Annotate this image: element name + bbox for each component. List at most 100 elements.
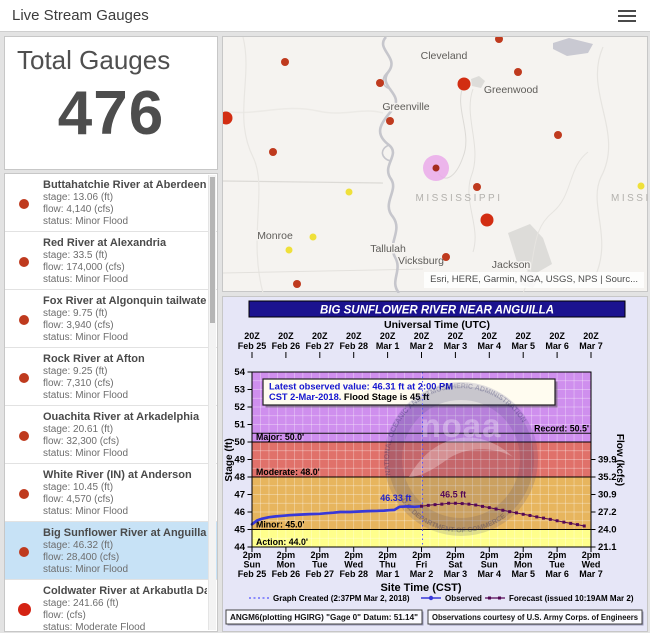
- svg-text:Mar 6: Mar 6: [545, 341, 569, 351]
- svg-text:Mar 3: Mar 3: [444, 569, 468, 579]
- svg-text:Feb 25: Feb 25: [238, 341, 267, 351]
- hydrograph-panel: BIG SUNFLOWER RIVER NEAR ANGUILLA Univers…: [222, 296, 648, 632]
- gauge-marker[interactable]: [386, 117, 394, 125]
- scrollbar-thumb[interactable]: [210, 177, 215, 323]
- svg-text:Fri: Fri: [416, 560, 428, 570]
- right-axis-label: Flow (kcfs): [614, 434, 625, 486]
- gauge-marker[interactable]: [458, 78, 471, 91]
- svg-text:Mar 1: Mar 1: [376, 341, 400, 351]
- gauge-marker[interactable]: [269, 148, 277, 156]
- gauge-marker[interactable]: [554, 131, 562, 139]
- gauge-marker[interactable]: [638, 183, 645, 190]
- svg-text:49: 49: [234, 455, 245, 466]
- svg-text:54: 54: [234, 367, 245, 378]
- gauge-marker[interactable]: [433, 165, 440, 172]
- gauge-marker[interactable]: [376, 79, 384, 87]
- gauge-marker[interactable]: [481, 214, 494, 227]
- gauge-list-item[interactable]: Big Sunflower River at Anguilla stage: 4…: [5, 522, 217, 580]
- gauge-marker[interactable]: [223, 112, 233, 125]
- svg-text:Feb 26: Feb 26: [272, 569, 301, 579]
- top-axis-label: Universal Time (UTC): [384, 319, 490, 331]
- legend-observed: Observed: [445, 594, 482, 603]
- gauge-status: status: Minor Flood: [43, 448, 207, 460]
- list-scrollbar[interactable]: [208, 175, 216, 630]
- svg-text:20Z: 20Z: [448, 331, 464, 341]
- svg-text:Sat: Sat: [448, 560, 462, 570]
- svg-text:45: 45: [234, 525, 245, 536]
- gauge-name: Ouachita River at Arkadelphia: [43, 411, 207, 424]
- svg-text:39.9: 39.9: [598, 455, 617, 466]
- chart-title: BIG SUNFLOWER RIVER NEAR ANGUILLA: [320, 305, 554, 317]
- gauge-flow: flow: 32,300 (cfs): [43, 436, 207, 448]
- svg-text:2pm: 2pm: [582, 550, 601, 560]
- gauge-flow: flow: 4,570 (cfs): [43, 494, 207, 506]
- gauge-marker[interactable]: [346, 189, 353, 196]
- gauge-marker[interactable]: [293, 280, 301, 288]
- city-label: Monroe: [257, 230, 293, 242]
- hamburger-menu-icon[interactable]: [618, 7, 636, 23]
- svg-text:20Z: 20Z: [312, 331, 328, 341]
- gauge-name: Red River at Alexandria: [43, 237, 207, 250]
- gauge-marker[interactable]: [442, 253, 450, 261]
- datum-footnote: ANGM6(plotting HGIRG) "Gage 0" Datum: 51…: [230, 613, 418, 622]
- gauge-flow: flow: 174,000 (cfs): [43, 262, 207, 274]
- svg-text:52: 52: [234, 402, 245, 413]
- live-stream-gauges-app: Live Stream Gauges Total Gauges 476 Butt…: [0, 0, 650, 632]
- svg-text:Tue: Tue: [549, 560, 564, 570]
- map-attribution: Esri, HERE, Garmin, NGA, USGS, NPS | Sou…: [424, 272, 644, 288]
- gauge-stage: stage: 33.5 (ft): [43, 250, 207, 262]
- gauge-list-item[interactable]: White River (IN) at Anderson stage: 10.4…: [5, 464, 217, 522]
- svg-text:21.1: 21.1: [598, 542, 617, 553]
- gauge-marker[interactable]: [281, 58, 289, 66]
- svg-text:20Z: 20Z: [346, 331, 362, 341]
- svg-text:Wed: Wed: [344, 560, 363, 570]
- svg-text:46: 46: [234, 507, 245, 518]
- svg-text:Thu: Thu: [379, 560, 396, 570]
- city-label: Tallulah: [370, 243, 406, 255]
- svg-text:Mar 7: Mar 7: [579, 569, 603, 579]
- gauge-stage: stage: 46.32 (ft): [43, 540, 207, 552]
- svg-text:27.2: 27.2: [598, 507, 617, 518]
- gauge-name: Coldwater River at Arkabutla Dam: [43, 585, 207, 598]
- svg-text:Mar 2: Mar 2: [410, 569, 434, 579]
- city-label: Cleveland: [421, 50, 468, 62]
- gauge-name: Fox River at Algonquin tailwater: [43, 295, 207, 308]
- svg-text:Mar 5: Mar 5: [511, 569, 535, 579]
- svg-text:20Z: 20Z: [278, 331, 294, 341]
- gauge-marker[interactable]: [495, 37, 503, 43]
- gauge-status-dot: [18, 603, 31, 616]
- svg-text:Sun: Sun: [481, 560, 498, 570]
- gauge-status: status: Minor Flood: [43, 274, 207, 286]
- gauge-status-dot: [19, 257, 29, 267]
- gauge-marker[interactable]: [514, 68, 522, 76]
- gauge-flow: flow: 28,400 (cfs): [43, 552, 207, 564]
- state-label: MISSISSIPPI: [611, 193, 649, 204]
- svg-text:2pm: 2pm: [480, 550, 499, 560]
- gauge-list-item[interactable]: Buttahatchie River at Aberdeen stage: 13…: [5, 174, 217, 232]
- city-label: Greenville: [382, 101, 429, 113]
- zone-label: Action: 44.0': [256, 537, 308, 547]
- svg-text:2pm: 2pm: [548, 550, 567, 560]
- svg-text:30.9: 30.9: [598, 490, 617, 501]
- gauge-status: status: Minor Flood: [43, 506, 207, 518]
- map-panel[interactable]: MISSISSIPPIMISSISSIPPIClevelandGreenwood…: [222, 36, 648, 292]
- gauge-list-item[interactable]: Ouachita River at Arkadelphia stage: 20.…: [5, 406, 217, 464]
- gauge-marker[interactable]: [286, 247, 293, 254]
- svg-text:Mar 7: Mar 7: [579, 341, 603, 351]
- map-canvas[interactable]: MISSISSIPPIMISSISSIPPIClevelandGreenwood…: [223, 37, 649, 293]
- series-value-label: 46.5 ft: [440, 490, 466, 500]
- gauge-status-dot: [19, 373, 29, 383]
- svg-text:47: 47: [234, 490, 245, 501]
- gauge-marker[interactable]: [473, 183, 481, 191]
- zone-label: Major: 50.0': [256, 432, 304, 442]
- gauge-status-dot: [19, 547, 29, 557]
- gauge-status-dot: [19, 315, 29, 325]
- svg-text:Feb 27: Feb 27: [306, 569, 335, 579]
- gauge-list-item[interactable]: Coldwater River at Arkabutla Dam stage: …: [5, 580, 217, 632]
- gauge-marker[interactable]: [310, 234, 317, 241]
- svg-text:50: 50: [234, 437, 245, 448]
- svg-text:2pm: 2pm: [344, 550, 363, 560]
- gauge-list-item[interactable]: Fox River at Algonquin tailwater stage: …: [5, 290, 217, 348]
- gauge-list-item[interactable]: Rock River at Afton stage: 9.25 (ft) flo…: [5, 348, 217, 406]
- gauge-list-item[interactable]: Red River at Alexandria stage: 33.5 (ft)…: [5, 232, 217, 290]
